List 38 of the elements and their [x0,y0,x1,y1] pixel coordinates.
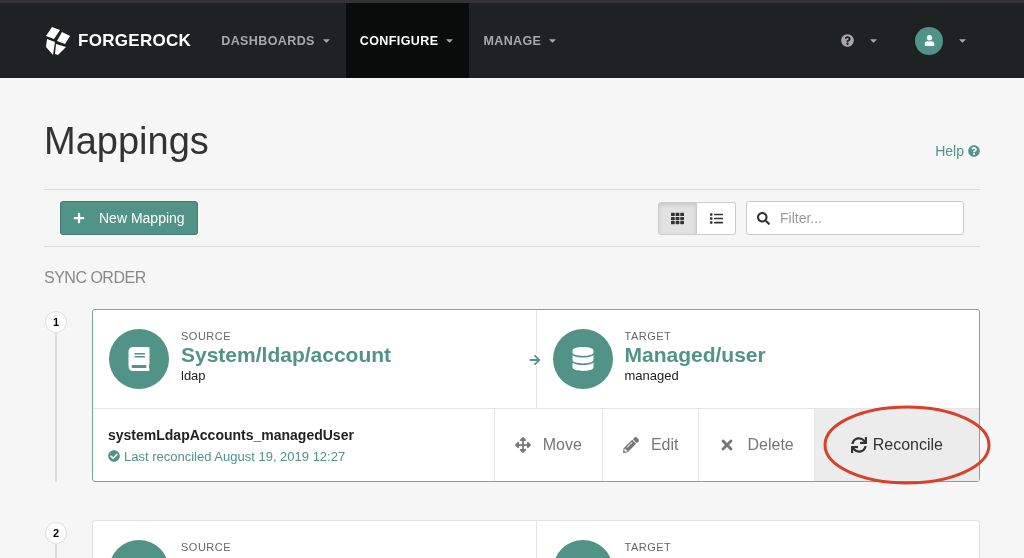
logo-icon [44,25,72,56]
brand-name: FORGEROCK [78,30,192,51]
new-mapping-button[interactable]: New Mapping [60,201,198,235]
nav-menu[interactable]: MANAGE [469,3,573,78]
book-icon [127,347,151,371]
view-toggle[interactable] [697,201,736,235]
move-icon [514,437,531,453]
help-link[interactable]: Help [935,143,980,159]
plus-icon [73,212,85,224]
filter-field[interactable]: Filter... [746,201,964,235]
grid-icon [671,211,684,225]
endpoint-name: System/ldap/account [181,343,392,367]
reconcile-status: Last reconciled August 19, 2019 12:27 [124,448,346,464]
check-icon [108,450,120,462]
database-icon [570,347,595,371]
endpoint-label: TARGET [624,330,673,342]
refresh-icon [850,437,867,453]
endpoint-type: managed [624,368,680,383]
endpoint-type: ldap [181,368,207,383]
help-icon[interactable] [841,34,854,47]
user-avatar[interactable] [915,26,943,55]
endpoint-label: TARGET [624,541,672,553]
nav-menu[interactable]: CONFIGURE [345,3,470,78]
endpoint-label: SOURCE [181,330,233,342]
action-button[interactable]: Reconcile [813,409,979,481]
help-icon [968,145,980,157]
order-number: 1 [45,311,67,333]
list-icon [709,211,723,225]
mapping-name: systemLdapAccounts_managedUser [108,426,355,443]
search-icon [757,212,770,225]
view-toggle[interactable] [658,201,697,235]
order-number: 2 [45,522,67,544]
endpoint-label: SOURCE [181,541,232,553]
pencil-icon [622,437,639,453]
endpoint-name: Managed/user [624,343,766,367]
page-title: Mappings [44,120,209,163]
nav-menu[interactable]: DASHBOARDS [207,3,346,78]
section-heading: SYNC ORDER [44,269,147,287]
